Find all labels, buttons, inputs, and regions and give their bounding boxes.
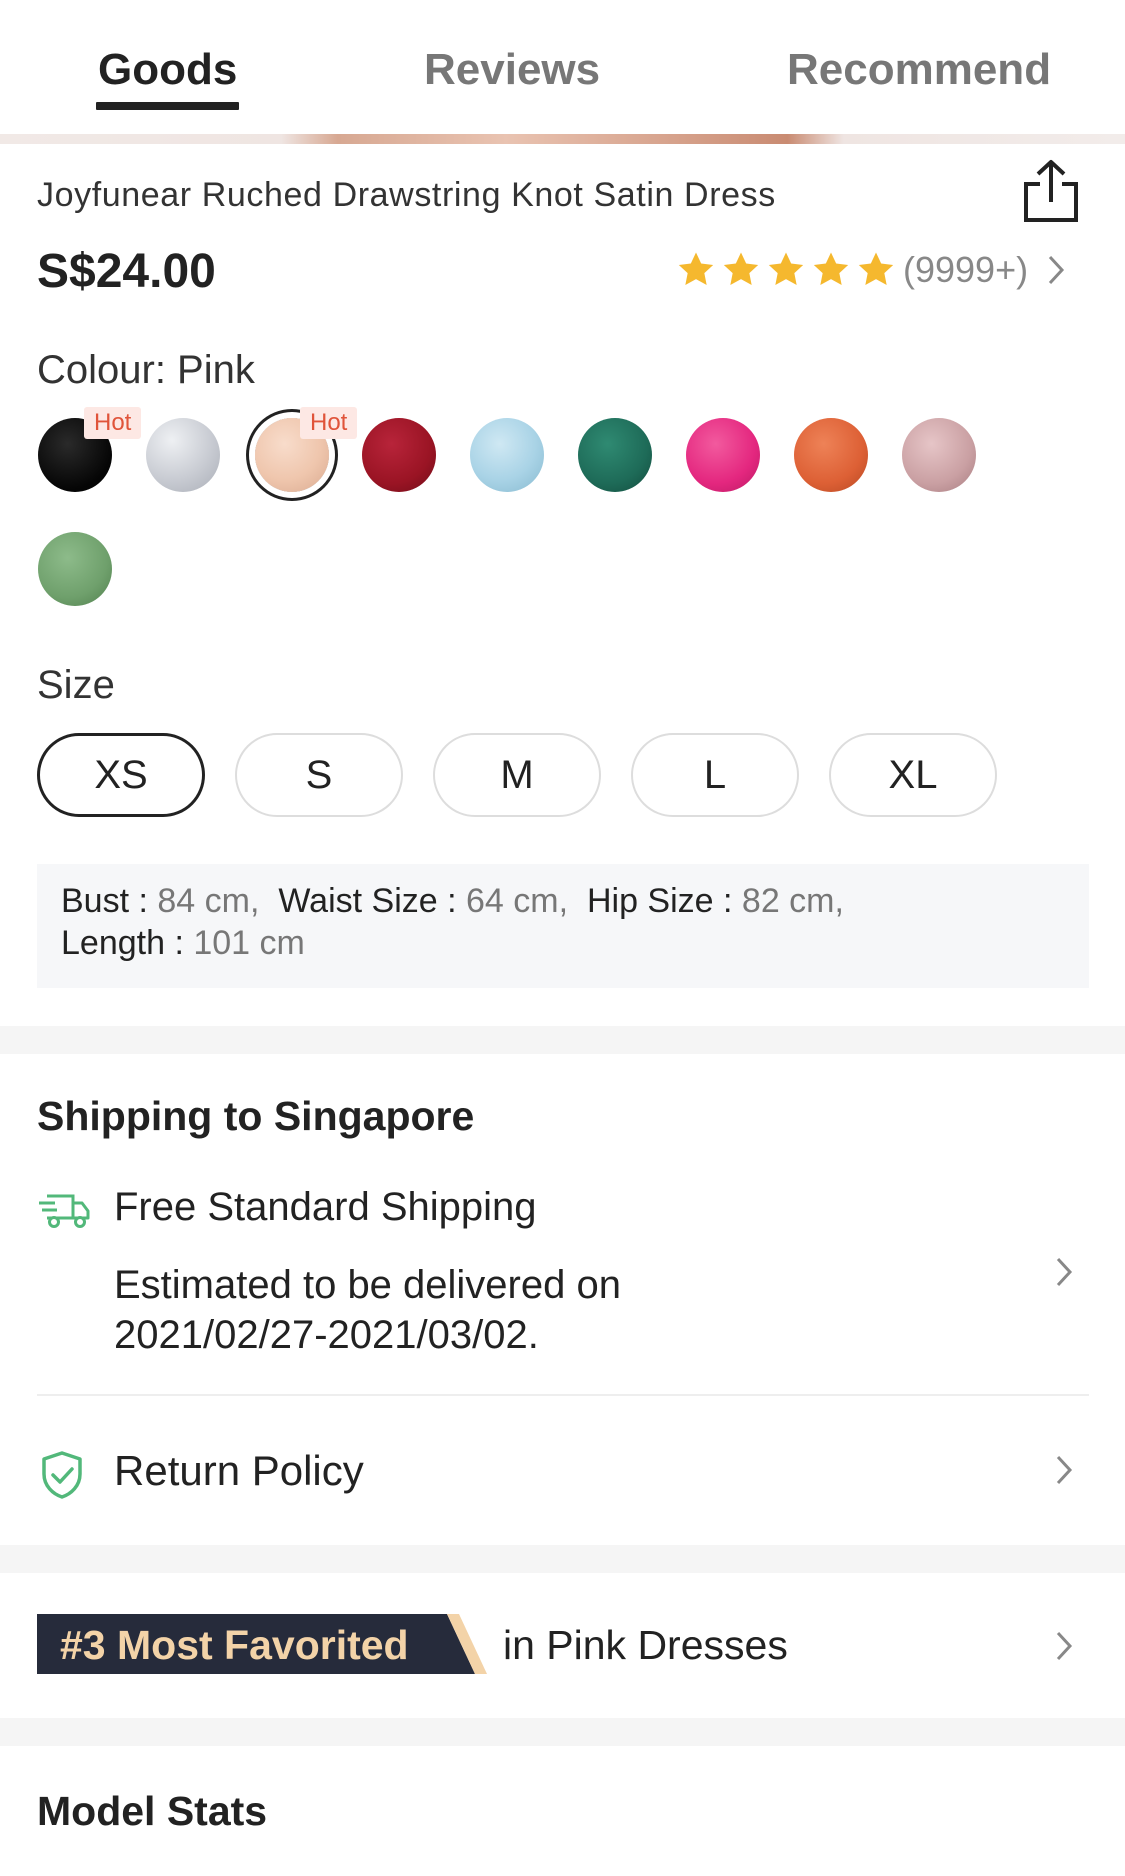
tab-goods-label: Goods xyxy=(98,45,238,94)
colour-label: Colour: Pink xyxy=(37,348,255,392)
colour-swatch-dark-green[interactable] xyxy=(578,418,652,492)
colour-swatch-burgundy[interactable] xyxy=(362,418,436,492)
row-divider xyxy=(37,1394,1089,1396)
colour-swatch-hot-pink[interactable] xyxy=(686,418,760,492)
share-icon[interactable] xyxy=(1020,158,1082,224)
waist-label: Waist Size : xyxy=(278,882,457,920)
hip-value: 82 cm, xyxy=(741,882,844,920)
size-option-xl[interactable]: XL xyxy=(829,733,997,817)
rating-count: (9999+) xyxy=(903,249,1029,290)
tab-reviews-label: Reviews xyxy=(424,45,601,94)
ranking-badge-text: #3 Most Favorited xyxy=(60,1622,409,1668)
star-icon xyxy=(768,252,804,285)
measurements-line-1: Bust : 84 cm, Waist Size : 64 cm, Hip Si… xyxy=(61,880,1065,922)
section-divider xyxy=(0,1026,1125,1054)
product-price: S$24.00 xyxy=(37,245,216,298)
tab-goods[interactable]: Goods xyxy=(96,40,240,110)
size-option-l[interactable]: L xyxy=(631,733,799,817)
tab-active-underline xyxy=(96,102,240,110)
size-measurements: Bust : 84 cm, Waist Size : 64 cm, Hip Si… xyxy=(37,864,1089,988)
tab-recommend-label: Recommend xyxy=(787,45,1052,94)
section-divider xyxy=(0,1545,1125,1573)
size-option-xs[interactable]: XS xyxy=(37,733,205,817)
bust-label: Bust : xyxy=(61,882,148,920)
delivery-estimate: Estimated to be delivered on 2021/02/27-… xyxy=(114,1263,621,1357)
shipping-method: Free Standard Shipping xyxy=(114,1185,537,1229)
chevron-right-icon xyxy=(1048,255,1065,285)
shield-check-icon xyxy=(42,1451,82,1499)
length-label: Length : xyxy=(61,924,184,962)
hip-label: Hip Size : xyxy=(586,882,733,920)
colour-swatch-silver[interactable] xyxy=(146,418,220,492)
length-value: 101 cm xyxy=(193,924,305,962)
star-icon xyxy=(678,252,714,285)
ranking-category[interactable]: in Pink Dresses xyxy=(503,1620,788,1670)
chevron-right-icon[interactable] xyxy=(1054,1630,1074,1662)
product-image-edge xyxy=(0,134,1125,144)
rating-summary[interactable]: (9999+) xyxy=(676,245,1066,295)
product-title: Joyfunear Ruched Drawstring Knot Satin D… xyxy=(37,176,776,214)
colour-swatch-orange[interactable] xyxy=(794,418,868,492)
colour-swatch-light-blue[interactable] xyxy=(470,418,544,492)
return-policy-link[interactable]: Return Policy xyxy=(114,1447,364,1495)
section-divider xyxy=(0,1718,1125,1746)
hot-badge: Hot xyxy=(84,407,142,439)
chevron-right-icon[interactable] xyxy=(1054,1256,1074,1288)
hot-badge: Hot xyxy=(300,407,358,439)
measurements-line-2: Length : 101 cm xyxy=(61,922,1065,964)
star-icon xyxy=(813,252,849,285)
size-label: Size xyxy=(37,663,115,707)
chevron-right-icon[interactable] xyxy=(1054,1454,1074,1486)
star-icon xyxy=(723,252,759,285)
tab-recommend[interactable]: Recommend xyxy=(787,40,1051,100)
waist-value: 64 cm, xyxy=(466,882,569,920)
size-option-m[interactable]: M xyxy=(433,733,601,817)
shipping-title: Shipping to Singapore xyxy=(37,1093,475,1139)
colour-swatch-mauve[interactable] xyxy=(902,418,976,492)
model-stats-title: Model Stats xyxy=(37,1788,268,1834)
tab-reviews[interactable]: Reviews xyxy=(424,40,600,100)
tab-bar: Goods Reviews Recommend xyxy=(0,0,1125,134)
colour-swatch-sage-green[interactable] xyxy=(38,532,112,606)
truck-icon xyxy=(39,1194,90,1228)
bust-value: 84 cm, xyxy=(157,882,260,920)
size-option-s[interactable]: S xyxy=(235,733,403,817)
star-icon xyxy=(858,252,894,285)
